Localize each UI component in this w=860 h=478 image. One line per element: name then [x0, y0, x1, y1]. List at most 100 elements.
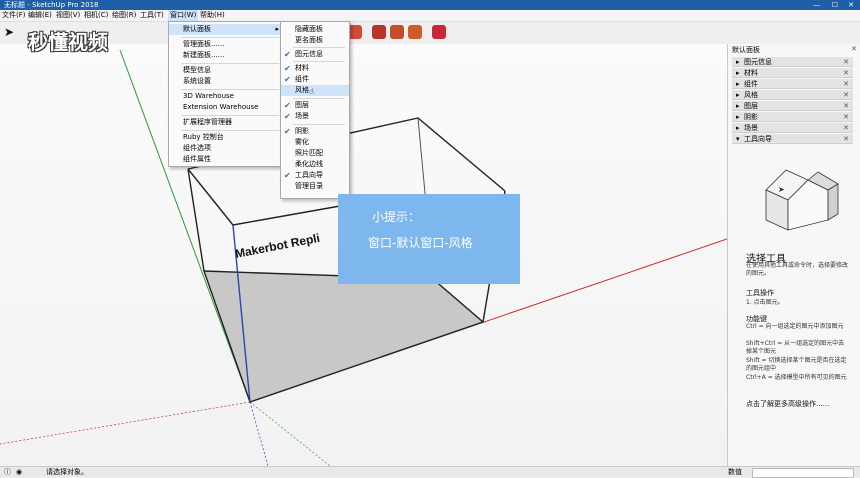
expand-icon: ▸: [736, 69, 740, 77]
tray-item-shadows[interactable]: ▸ 阴影 ✕: [732, 112, 853, 122]
default-tray-submenu: 隐藏面板 更名面板 ✔ 图元信息 ✔ 材料 ✔ 组件 风格 ☝ ✔ 图层 ✔ 场景 ✔ 阴影 …: [280, 21, 350, 199]
default-tray: 默认面板 ✕ ▸ 图元信息 ✕ ▸ 材料 ✕ ▸ 组件 ✕ ▸ 风格 ✕ ▸ 图层 ✕ ▸ 阴影 ✕ ▸…: [727, 44, 860, 466]
menu-item-ruby-console[interactable]: Ruby 控制台: [169, 132, 283, 143]
instructor-ops: 1. 点击图元。: [746, 299, 784, 306]
collapse-icon: ▾: [736, 135, 740, 143]
menu-edit[interactable]: 编辑(E): [26, 10, 54, 21]
tray-item-scenes[interactable]: ▸ 场景 ✕: [732, 123, 853, 133]
tray-title: 默认面板: [732, 46, 760, 54]
instructor-key-shift: Shift = 切换选择某个图元是否在选定的图元组中: [746, 357, 847, 372]
instructor-more-link[interactable]: 点击了解更多高级操作......: [746, 400, 850, 409]
close-icon[interactable]: ✕: [843, 134, 849, 144]
submenu-scenes[interactable]: ✔ 场景: [281, 111, 349, 122]
chevron-right-icon: ▸: [275, 25, 279, 33]
close-icon[interactable]: ✕: [843, 90, 849, 100]
expand-icon: ▸: [736, 124, 740, 132]
menu-item-manage-trays[interactable]: 管理面板......: [169, 39, 283, 50]
expand-icon: ▸: [736, 80, 740, 88]
extension-icon[interactable]: [408, 25, 422, 39]
submenu-styles[interactable]: 风格 ☝: [281, 85, 349, 96]
checkmark-icon: ✔: [284, 171, 291, 180]
window-menu-dropdown: 默认面板 ▸ 管理面板...... 新建面板...... 模型信息 系统设置 3D…: [168, 21, 284, 167]
menu-item-preferences[interactable]: 系统设置: [169, 76, 283, 87]
minimize-button[interactable]: —: [813, 0, 820, 10]
expand-icon: ▸: [736, 102, 740, 110]
blue-axis-negative: [249, 401, 269, 466]
submenu-soften-edges[interactable]: 柔化边线: [281, 159, 349, 170]
warehouse-icon[interactable]: [348, 25, 362, 39]
tray-item-entity-info[interactable]: ▸ 图元信息 ✕: [732, 57, 853, 67]
close-icon[interactable]: ✕: [843, 57, 849, 67]
menu-item-3d-warehouse[interactable]: 3D Warehouse: [169, 91, 283, 102]
menu-file[interactable]: 文件(F): [0, 10, 28, 21]
submenu-entity-info[interactable]: ✔ 图元信息: [281, 49, 349, 60]
tray-item-layers[interactable]: ▸ 图层 ✕: [732, 101, 853, 111]
submenu-hide-tray[interactable]: 隐藏面板: [281, 24, 349, 35]
submenu-manage-catalogs[interactable]: 管理目录: [281, 181, 349, 192]
menu-item-component-options[interactable]: 组件选项: [169, 143, 283, 154]
menu-view[interactable]: 视图(V): [54, 10, 82, 21]
component-icon[interactable]: [372, 25, 386, 39]
menu-item-extension-manager[interactable]: 扩展程序管理器: [169, 117, 283, 128]
menu-help[interactable]: 帮助(H): [198, 10, 227, 21]
close-icon[interactable]: ✕: [843, 112, 849, 122]
checkmark-icon: ✔: [284, 64, 291, 73]
menu-item-model-info[interactable]: 模型信息: [169, 65, 283, 76]
ruby-icon[interactable]: [432, 25, 446, 39]
menu-draw[interactable]: 绘图(R): [110, 10, 138, 21]
submenu-match-photo[interactable]: 照片匹配: [281, 148, 349, 159]
watermark-logo: 秒懂视频: [28, 30, 108, 54]
tray-item-styles[interactable]: ▸ 风格 ✕: [732, 90, 853, 100]
close-button[interactable]: ✕: [848, 0, 854, 10]
svg-text:➤: ➤: [778, 185, 785, 194]
share-icon[interactable]: [390, 25, 404, 39]
close-icon[interactable]: ✕: [843, 68, 849, 78]
red-axis-negative: [0, 401, 251, 445]
submenu-materials[interactable]: ✔ 材料: [281, 63, 349, 74]
submenu-rename-tray[interactable]: 更名面板: [281, 35, 349, 46]
box-edge: [232, 205, 341, 226]
tip-overlay: 小提示： 窗口-默认窗口-风格: [338, 194, 520, 284]
hand-cursor-icon: ☝: [309, 87, 314, 96]
menu-tools[interactable]: 工具(T): [138, 10, 166, 21]
close-icon[interactable]: ✕: [843, 123, 849, 133]
instructor-key-shift-ctrl: Shift+Ctrl = 从一组选定的图元中去掉某个图元: [746, 340, 845, 355]
model-label: Makerbot Repli: [234, 231, 321, 261]
submenu-fog[interactable]: 雾化: [281, 137, 349, 148]
tip-title: 小提示：: [372, 210, 421, 224]
measurements-input[interactable]: [752, 468, 854, 478]
tray-close-icon[interactable]: ✕: [851, 45, 857, 53]
tray-item-instructor[interactable]: ▾ 工具向导 ✕: [732, 134, 853, 144]
instructor-intro: 在使用其他工具或命令时，选择要修改的图元。: [746, 262, 849, 277]
status-bar: ⓘ ◉ 请选择对象。 数值: [0, 466, 860, 478]
tip-body: 窗口-默认窗口-风格: [368, 236, 473, 250]
box-edge: [187, 168, 234, 226]
toolbar: ➤: [0, 22, 860, 45]
checkmark-icon: ✔: [284, 50, 291, 59]
menu-item-default-tray[interactable]: 默认面板 ▸: [169, 24, 283, 35]
menu-bar: 文件(F) 编辑(E) 视图(V) 相机(C) 绘图(R) 工具(T) 窗口(W…: [0, 10, 860, 22]
select-tool-icon[interactable]: ➤: [4, 25, 18, 39]
checkmark-icon: ✔: [284, 112, 291, 121]
tray-item-components[interactable]: ▸ 组件 ✕: [732, 79, 853, 89]
close-icon[interactable]: ✕: [843, 101, 849, 111]
checkmark-icon: ✔: [284, 101, 291, 110]
checkmark-icon: ✔: [284, 127, 291, 136]
maximize-button[interactable]: ☐: [832, 0, 838, 10]
expand-icon: ▸: [736, 91, 740, 99]
menu-camera[interactable]: 相机(C): [82, 10, 110, 21]
menu-window[interactable]: 窗口(W): [168, 10, 199, 21]
submenu-shadows[interactable]: ✔ 阴影: [281, 126, 349, 137]
title-bar: 无标题 - SketchUp Pro 2018 — ☐ ✕: [0, 0, 860, 10]
close-icon[interactable]: ✕: [843, 79, 849, 89]
tray-item-materials[interactable]: ▸ 材料 ✕: [732, 68, 853, 78]
menu-item-new-tray[interactable]: 新建面板......: [169, 50, 283, 61]
menu-item-component-attributes[interactable]: 组件属性: [169, 154, 283, 165]
instructor-illustration: ➤: [765, 169, 839, 231]
menu-item-extension-warehouse[interactable]: Extension Warehouse: [169, 102, 283, 113]
submenu-layers[interactable]: ✔ 图层: [281, 100, 349, 111]
submenu-components[interactable]: ✔ 组件: [281, 74, 349, 85]
expand-icon: ▸: [736, 58, 740, 66]
instructor-key-ctrl-a: Ctrl+A = 选择模型中所有可见的图元: [746, 374, 847, 381]
submenu-instructor[interactable]: ✔ 工具向导: [281, 170, 349, 181]
